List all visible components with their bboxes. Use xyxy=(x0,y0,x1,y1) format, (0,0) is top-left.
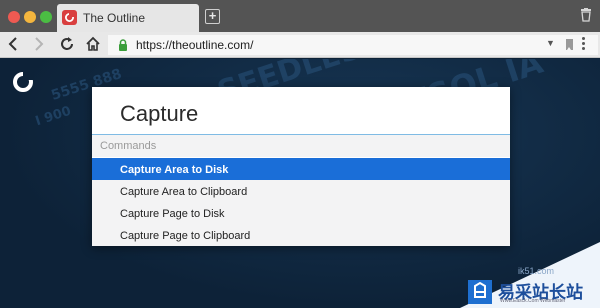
background-decoration: I 900 xyxy=(33,103,73,130)
bookmark-icon[interactable] xyxy=(566,39,573,50)
site-logo-icon[interactable] xyxy=(12,71,34,93)
menu-icon[interactable] xyxy=(582,37,586,52)
tab-strip: The Outline + xyxy=(0,0,600,32)
browser-toolbar: https://theoutline.com/ ▼ xyxy=(0,32,600,58)
watermark: ik51.com 易采站长站 Www.Easck.Com Webmaster xyxy=(460,242,600,308)
watermark-url: ik51.com xyxy=(518,266,555,276)
lock-icon xyxy=(119,39,127,51)
trash-icon[interactable] xyxy=(580,8,592,22)
url-text[interactable]: https://theoutline.com/ xyxy=(136,38,253,52)
commands-section-header: Commands xyxy=(92,135,510,157)
palette-title: Capture xyxy=(120,101,199,126)
home-icon[interactable] xyxy=(85,36,101,52)
zoom-window-button[interactable] xyxy=(40,11,52,23)
capture-command-palette: Capture Commands Capture Area to Disk Ca… xyxy=(92,87,510,246)
command-capture-area-to-disk[interactable]: Capture Area to Disk xyxy=(92,158,510,180)
address-bar[interactable]: https://theoutline.com/ ▼ xyxy=(108,35,598,55)
tab-title: The Outline xyxy=(83,11,146,25)
browser-tab[interactable]: The Outline xyxy=(57,4,199,32)
command-capture-area-to-clipboard[interactable]: Capture Area to Clipboard xyxy=(92,180,510,202)
reload-icon[interactable] xyxy=(59,36,75,52)
new-tab-button[interactable]: + xyxy=(205,9,220,24)
forward-arrow-icon[interactable] xyxy=(33,36,45,52)
watermark-subtitle: Www.Easck.Com Webmaster xyxy=(500,298,566,304)
minimize-window-button[interactable] xyxy=(24,11,36,23)
command-capture-page-to-disk[interactable]: Capture Page to Disk xyxy=(92,202,510,224)
close-window-button[interactable] xyxy=(8,11,20,23)
url-dropdown-icon[interactable]: ▼ xyxy=(546,38,555,48)
back-arrow-icon[interactable] xyxy=(7,36,19,52)
command-capture-page-to-clipboard[interactable]: Capture Page to Clipboard xyxy=(92,224,510,246)
watermark-logo-icon xyxy=(468,280,492,304)
site-favicon-icon xyxy=(62,10,77,25)
